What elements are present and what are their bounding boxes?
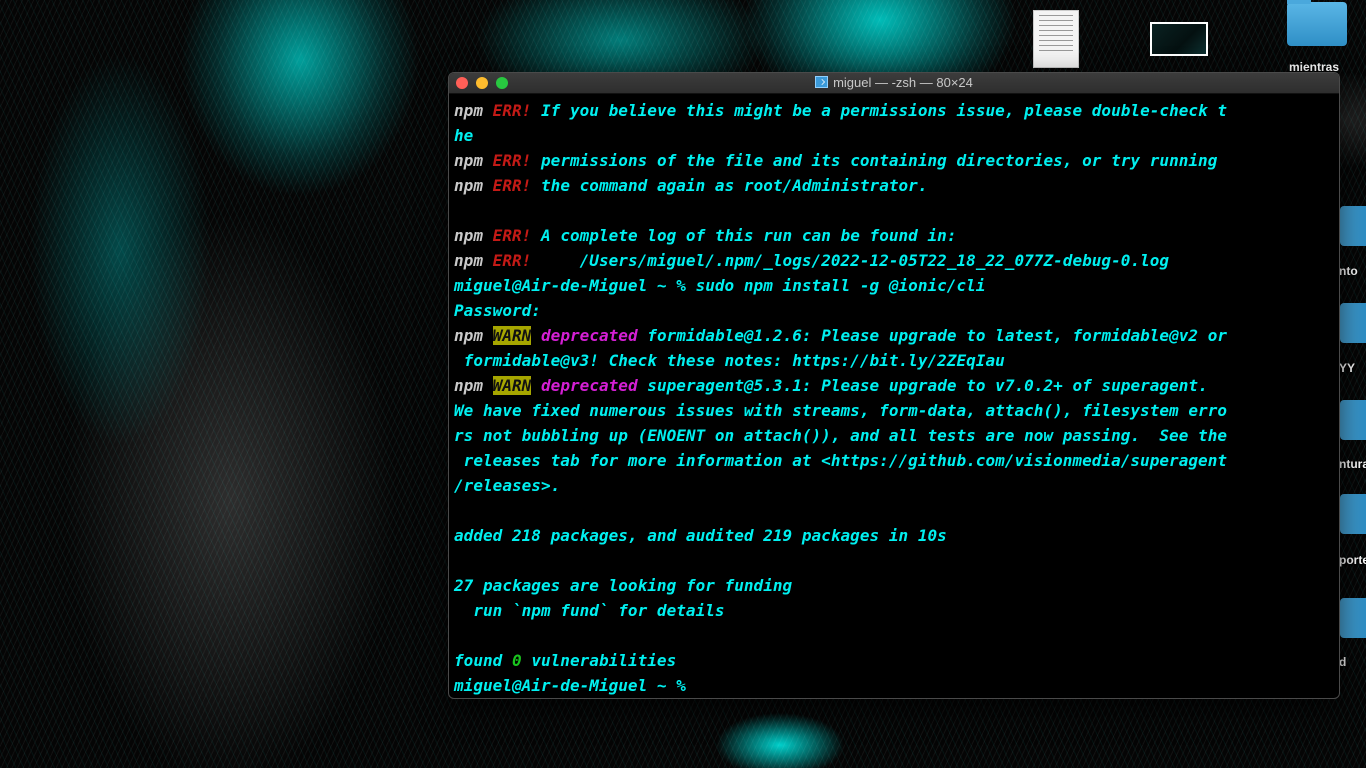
terminal-text: he xyxy=(454,126,474,145)
terminal-output[interactable]: npm ERR! If you believe this might be a … xyxy=(449,94,1339,698)
desktop-folder-icon[interactable] xyxy=(1340,598,1366,638)
terminal-text: releases tab for more information at <ht… xyxy=(454,451,1228,470)
terminal-line: npm WARN deprecated superagent@5.3.1: Pl… xyxy=(454,373,1339,398)
terminal-text: rs not bubbling up (ENOENT on attach()),… xyxy=(454,426,1228,445)
desktop-screenshot-icon[interactable] xyxy=(1150,22,1208,56)
desktop-folder-label: porte xyxy=(1339,553,1366,567)
terminal-npm-text: npm xyxy=(454,101,483,120)
terminal-npm-text: npm xyxy=(454,151,483,170)
terminal-text: /Users/miguel/.npm/_logs/2022-12-05T22_1… xyxy=(531,251,1170,270)
terminal-npm-text: npm xyxy=(454,226,483,245)
terminal-line: npm ERR! A complete log of this run can … xyxy=(454,223,1339,248)
desktop-document-icon[interactable] xyxy=(1033,10,1079,68)
window-title: miguel — -zsh — 80×24 xyxy=(449,75,1339,90)
terminal-line: found 0 vulnerabilities xyxy=(454,648,1339,673)
terminal-npm-text: npm xyxy=(454,376,483,395)
desktop-folder-label: ntura xyxy=(1339,457,1366,471)
terminal-text: miguel@Air-de-Miguel ~ % sudo npm instal… xyxy=(454,276,986,295)
terminal-text: permissions of the file and its containi… xyxy=(531,151,1218,170)
terminal-window[interactable]: miguel — -zsh — 80×24 npm ERR! If you be… xyxy=(448,72,1340,699)
terminal-line: npm ERR! the command again as root/Admin… xyxy=(454,173,1339,198)
terminal-line: Password: xyxy=(454,298,1339,323)
desktop-folder-icon[interactable] xyxy=(1340,494,1366,534)
terminal-zero-text: 0 xyxy=(511,651,522,670)
terminal-text: miguel@Air-de-Miguel ~ % xyxy=(454,676,696,695)
terminal-dep-text: deprecated xyxy=(541,326,638,345)
terminal-line: releases tab for more information at <ht… xyxy=(454,448,1339,473)
window-titlebar[interactable]: miguel — -zsh — 80×24 xyxy=(449,73,1339,94)
desktop-folder-label: d xyxy=(1339,655,1347,669)
terminal-text: the command again as root/Administrator. xyxy=(531,176,928,195)
terminal-text: superagent@5.3.1: Please upgrade to v7.0… xyxy=(637,376,1208,395)
terminal-text: We have fixed numerous issues with strea… xyxy=(454,401,1228,420)
terminal-line: npm WARN deprecated formidable@1.2.6: Pl… xyxy=(454,323,1339,348)
terminal-line: added 218 packages, and audited 219 pack… xyxy=(454,523,1339,548)
terminal-err-text: ERR! xyxy=(492,251,532,270)
terminal-text: If you believe this might be a permissio… xyxy=(531,101,1228,120)
terminal-text: formidable@1.2.6: Please upgrade to late… xyxy=(637,326,1228,345)
desktop-folder-icon[interactable] xyxy=(1340,400,1366,440)
terminal-warn-text: WARN xyxy=(492,376,532,395)
terminal-text: added 218 packages, and audited 219 pack… xyxy=(454,526,947,545)
terminal-text: run `npm fund` for details xyxy=(454,601,725,620)
terminal-line: formidable@v3! Check these notes: https:… xyxy=(454,348,1339,373)
terminal-line: We have fixed numerous issues with strea… xyxy=(454,398,1339,423)
terminal-text: vulnerabilities xyxy=(521,651,677,670)
terminal-line: rs not bubbling up (ENOENT on attach()),… xyxy=(454,423,1339,448)
terminal-dep-text: deprecated xyxy=(541,376,638,395)
terminal-text: found xyxy=(454,651,512,670)
terminal-text: A complete log of this run can be found … xyxy=(531,226,957,245)
terminal-line: 27 packages are looking for funding xyxy=(454,573,1339,598)
window-title-text: miguel — -zsh — 80×24 xyxy=(833,75,973,90)
terminal-text: Password: xyxy=(454,301,541,320)
terminal-line: npm ERR! If you believe this might be a … xyxy=(454,98,1339,123)
terminal-err-text: ERR! xyxy=(492,226,532,245)
terminal-line: /releases>. xyxy=(454,473,1339,498)
terminal-npm-text: npm xyxy=(454,251,483,270)
terminal-text: /releases>. xyxy=(454,476,561,495)
terminal-err-text: ERR! xyxy=(492,151,532,170)
terminal-line: npm ERR! /Users/miguel/.npm/_logs/2022-1… xyxy=(454,248,1339,273)
terminal-line: miguel@Air-de-Miguel ~ % sudo npm instal… xyxy=(454,273,1339,298)
desktop-folder-label: YY xyxy=(1339,361,1356,375)
terminal-line: run `npm fund` for details xyxy=(454,598,1339,623)
terminal-err-text: ERR! xyxy=(492,176,532,195)
terminal-text: formidable@v3! Check these notes: https:… xyxy=(454,351,1005,370)
terminal-line: he xyxy=(454,123,1339,148)
terminal-npm-text: npm xyxy=(454,176,483,195)
terminal-line: npm ERR! permissions of the file and its… xyxy=(454,148,1339,173)
terminal-line: miguel@Air-de-Miguel ~ % xyxy=(454,673,1339,698)
terminal-text: 27 packages are looking for funding xyxy=(454,576,793,595)
desktop-folder-icon[interactable] xyxy=(1340,303,1366,343)
folder-icon xyxy=(815,76,829,88)
terminal-npm-text: npm xyxy=(454,326,483,345)
desktop-folder-icon[interactable] xyxy=(1340,206,1366,246)
terminal-warn-text: WARN xyxy=(492,326,532,345)
desktop-folder-icon[interactable] xyxy=(1287,0,1347,46)
terminal-err-text: ERR! xyxy=(492,101,532,120)
desktop-folder-label: nto xyxy=(1339,264,1358,278)
